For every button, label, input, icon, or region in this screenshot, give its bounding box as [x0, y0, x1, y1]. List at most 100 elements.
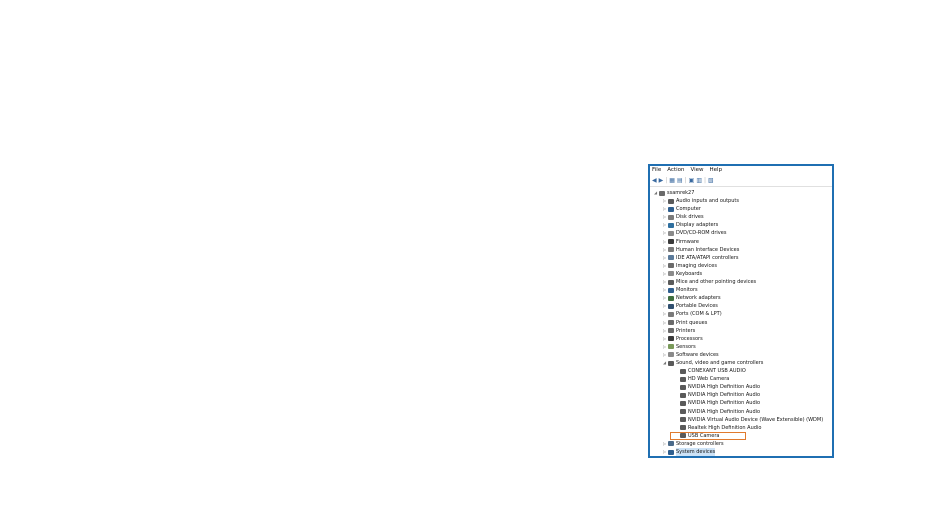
device-tree: ◢ ssamrek27 ▷ Audio inputs and outputs ▷ Comp… [650, 187, 832, 456]
expand-arrow-icon[interactable]: ▷ [662, 335, 667, 343]
speaker-icon [680, 409, 686, 415]
software-icon [668, 352, 674, 358]
expand-arrow-icon[interactable]: ▷ [662, 270, 667, 278]
help-icon[interactable]: ▣ [689, 176, 695, 186]
expand-arrow-icon[interactable]: ▷ [662, 448, 667, 456]
expand-arrow-icon[interactable]: ▷ [662, 262, 667, 270]
properties-icon[interactable]: ▦ [669, 176, 675, 186]
speaker-icon [680, 384, 686, 390]
tree-item[interactable]: ◢ ssamrek27 [650, 189, 832, 197]
back-arrow-icon[interactable]: ◀ [652, 176, 657, 186]
tree-item[interactable]: ◢ Sound, video and game controllers [650, 359, 832, 367]
controller-icon [668, 255, 674, 261]
tree-item[interactable]: ▷ Display adapters [650, 221, 832, 229]
speaker-icon [668, 198, 674, 204]
tree-item[interactable]: ▷ Audio inputs and outputs [650, 197, 832, 205]
forward-arrow-icon[interactable]: ▶ [659, 176, 664, 186]
expand-arrow-icon[interactable]: ▷ [662, 319, 667, 327]
collapse-arrow-icon[interactable]: ◢ [653, 189, 658, 197]
menu-action[interactable]: Action [667, 166, 684, 175]
toolbar-separator: | [665, 176, 668, 184]
tree-item[interactable]: CONEXANT USB AUDIO [650, 367, 832, 375]
tree-item[interactable]: HD Web Camera [650, 375, 832, 383]
tree-item[interactable]: Realtek High Definition Audio [650, 424, 832, 432]
expand-arrow-icon[interactable]: ▷ [662, 327, 667, 335]
tree-item-label: NVIDIA High Definition Audio [688, 408, 761, 415]
expand-arrow-icon[interactable]: ▷ [662, 343, 667, 351]
tree-item-label: Keyboards [676, 270, 703, 277]
keyboard-icon [668, 271, 674, 277]
expand-arrow-icon[interactable]: ▷ [662, 302, 667, 310]
tree-item[interactable]: ▷ Network adapters [650, 294, 832, 302]
tree-item-label: Display adapters [676, 222, 719, 229]
tree-item[interactable]: ▷ Software devices [650, 351, 832, 359]
expand-arrow-icon[interactable]: ▷ [662, 294, 667, 302]
camera-icon [668, 263, 674, 269]
tree-item-label: Sound, video and game controllers [676, 359, 764, 366]
tree-item[interactable]: NVIDIA High Definition Audio [650, 391, 832, 399]
tree-item[interactable]: NVIDIA High Definition Audio [650, 408, 832, 416]
expand-arrow-icon[interactable]: ▷ [662, 205, 667, 213]
tree-item[interactable]: ▷ Computer [650, 205, 832, 213]
collapse-arrow-icon[interactable]: ◢ [662, 359, 667, 367]
tree-item[interactable]: ▷ Keyboards [650, 270, 832, 278]
expand-arrow-icon[interactable]: ▷ [662, 286, 667, 294]
tree-item[interactable]: ▷ Processors [650, 335, 832, 343]
tree-item[interactable]: ▷ Disk drives [650, 213, 832, 221]
tree-item[interactable]: NVIDIA Virtual Audio Device (Wave Extens… [650, 416, 832, 424]
monitor-icon [668, 206, 674, 212]
tree-item[interactable]: ▷ Sensors [650, 343, 832, 351]
expand-arrow-icon[interactable]: ▷ [662, 440, 667, 448]
tree-item-label: Processors [676, 335, 703, 342]
tree-item-label: Disk drives [676, 214, 704, 221]
display-adapter-icon [668, 222, 674, 228]
expand-arrow-icon[interactable]: ▷ [662, 254, 667, 262]
speaker-icon [680, 368, 686, 374]
expand-arrow-icon[interactable]: ▷ [662, 278, 667, 286]
expand-arrow-icon[interactable]: ▷ [662, 213, 667, 221]
monitor-icon [668, 287, 674, 293]
tree-item-label: NVIDIA Virtual Audio Device (Wave Extens… [688, 416, 824, 423]
expand-arrow-icon[interactable]: ▷ [662, 238, 667, 246]
expand-arrow-icon[interactable]: ▷ [662, 351, 667, 359]
port-icon [668, 311, 674, 317]
tree-item[interactable]: ▷ System devices [650, 448, 832, 456]
expand-arrow-icon[interactable]: ▷ [662, 310, 667, 318]
tree-item[interactable]: ▷ DVD/CD-ROM drives [650, 229, 832, 237]
tree-item[interactable]: ▷ Printers [650, 327, 832, 335]
tree-item-label: IDE ATA/ATAPI controllers [676, 254, 739, 261]
tree-item[interactable]: ▷ Human Interface Devices [650, 246, 832, 254]
view-icon[interactable]: ▥ [696, 176, 702, 186]
tree-item[interactable]: ▷ Print queues [650, 319, 832, 327]
speaker-icon [680, 417, 686, 423]
tree-item[interactable]: ▷ Ports (COM & LPT) [650, 310, 832, 318]
menu-view[interactable]: View [690, 166, 703, 175]
tree-item[interactable]: NVIDIA High Definition Audio [650, 383, 832, 391]
tree-item[interactable]: NVIDIA High Definition Audio [650, 399, 832, 407]
tree-item[interactable]: ▷ Monitors [650, 286, 832, 294]
toolbar: ◀ ▶ | ▦ ▤ | ▣ ▥ | ▧ [650, 175, 832, 187]
tree-item-label: Monitors [676, 287, 698, 294]
storage-icon [668, 441, 674, 447]
tree-item[interactable]: USB Camera [650, 431, 832, 440]
tree-item[interactable]: ▷ Mice and other pointing devices [650, 278, 832, 286]
expand-arrow-icon[interactable]: ▷ [662, 197, 667, 205]
tree-item[interactable]: ▷ Imaging devices [650, 262, 832, 270]
tree-item-label: Software devices [676, 351, 719, 358]
list-icon[interactable]: ▤ [677, 176, 683, 186]
tree-item[interactable]: ▷ Portable Devices [650, 302, 832, 310]
tree-item[interactable]: ▷ Storage controllers [650, 440, 832, 448]
tree-item-label: Network adapters [676, 295, 721, 302]
menu-file[interactable]: File [652, 166, 661, 175]
disk-icon [668, 214, 674, 220]
tree-item-label: Firmware [676, 238, 699, 245]
menu-help[interactable]: Help [710, 166, 723, 175]
tree-item[interactable]: ▷ IDE ATA/ATAPI controllers [650, 254, 832, 262]
expand-arrow-icon[interactable]: ▷ [662, 229, 667, 237]
device-monitor-icon[interactable]: ▧ [708, 176, 714, 186]
tree-item[interactable]: ▷ Firmware [650, 238, 832, 246]
expand-arrow-icon[interactable]: ▷ [662, 246, 667, 254]
expand-arrow-icon[interactable]: ▷ [662, 221, 667, 229]
hid-icon [668, 247, 674, 253]
computer-root-icon [659, 190, 665, 196]
